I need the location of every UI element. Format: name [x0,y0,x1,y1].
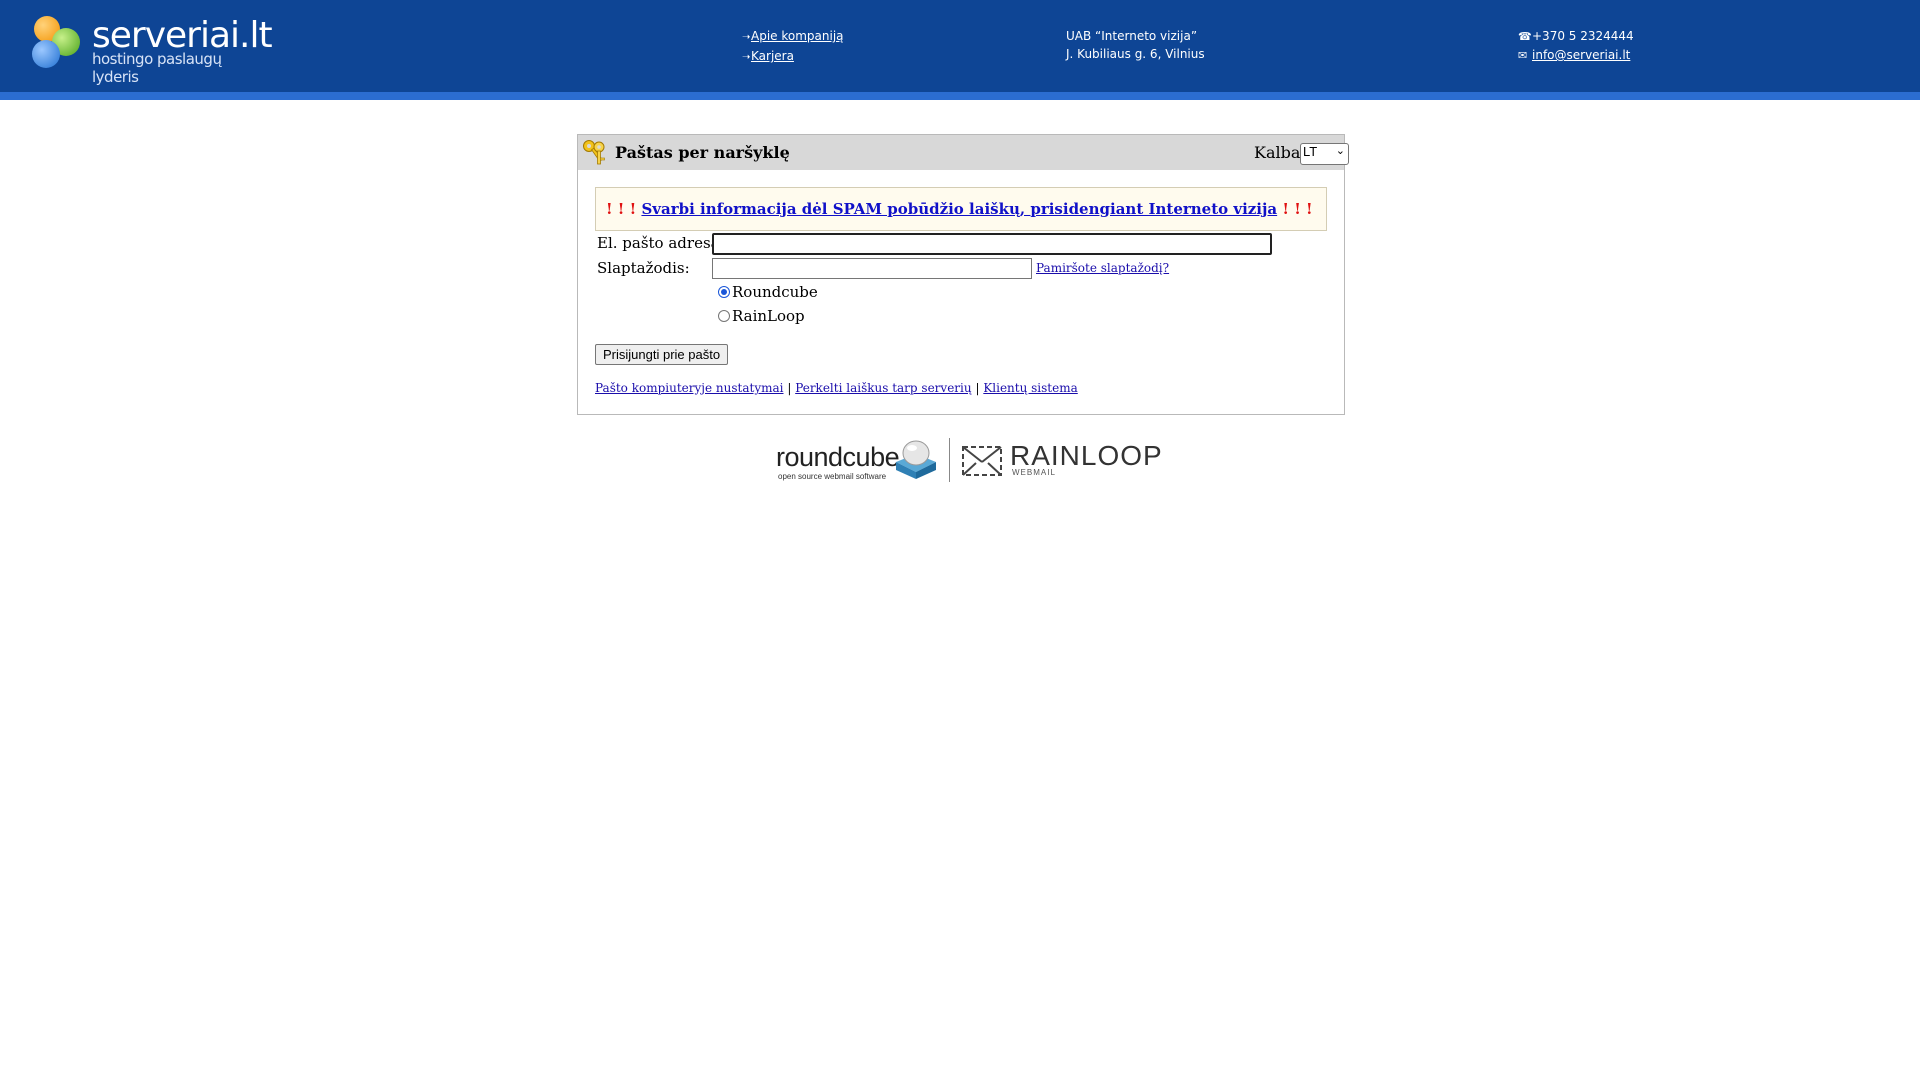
nav-item-career: ➝Karjera [742,47,844,67]
login-footer-links: Pašto kompiuteryje nustatymai | Perkelti… [595,381,1078,395]
roundcube-box-icon [896,440,936,479]
password-label: Slaptažodis: [597,259,690,277]
language-value: LT [1303,144,1318,159]
login-box-title: Paštas per naršyklę [615,143,790,162]
brand-divider [949,438,950,482]
email-field[interactable] [712,233,1272,255]
header-nav: ➝Apie kompaniją ➝Karjera [742,27,844,67]
chevron-down-icon: ⌄ [1335,145,1345,157]
language-select[interactable]: LT ⌄ [1300,143,1349,165]
mail-client-settings-link[interactable]: Pašto kompiuteryje nustatymai [595,381,783,395]
company-info: UAB “Interneto vizija” J. Kubiliaus g. 6… [1066,27,1205,63]
login-box-header: Paštas per naršyklę Kalba: LT ⌄ [578,135,1349,170]
rainloop-tagline: WEBMAIL [1012,468,1056,477]
phone-icon: ☎ [1518,30,1532,43]
phone-row: ☎+370 5 2324444 [1518,27,1634,46]
logo-blue-circle [32,40,60,68]
roundcube-radio-label[interactable]: Roundcube [732,283,818,301]
spam-notice: ! ! ! Svarbi informacija dėl SPAM pobūdž… [595,187,1327,231]
client-system-link[interactable]: Klientų sistema [983,381,1077,395]
spam-notice-text: ! ! ! Svarbi informacija dėl SPAM pobūdž… [606,200,1313,218]
rainloop-radio-label[interactable]: RainLoop [732,307,805,325]
password-field[interactable] [712,258,1032,279]
company-name: UAB “Interneto vizija” [1066,29,1198,43]
keys-icon [583,140,605,165]
rainloop-radio[interactable] [718,310,730,322]
link-separator: | [787,381,792,395]
serveriai-logo[interactable]: serveriai.lt hostingo paslaugų lyderis [30,14,273,86]
notice-exclamation-prefix: ! ! ! [606,200,637,218]
migrate-mail-link[interactable]: Perkelti laiškus tarp serverių [795,381,971,395]
roundcube-tagline: open source webmail software [778,472,887,481]
login-button[interactable]: Prisijungti prie pašto [595,344,729,365]
notice-exclamation-suffix: ! ! ! [1282,200,1313,218]
site-header: serveriai.lt hostingo paslaugų lyderis ➝… [0,0,1920,92]
forgot-password-link[interactable]: Pamiršote slaptažodį? [1036,261,1169,275]
rainloop-envelope-icon [962,446,1002,476]
webmail-login-box: Paštas per naršyklę Kalba: LT ⌄ ! ! ! Sva… [577,134,1349,415]
language-label: Kalba: [1254,143,1306,162]
arrow-right-icon: ➝ [742,32,751,43]
contact-email-link[interactable]: info@serveriai.lt [1532,48,1630,62]
logo-tagline: hostingo paslaugų lyderis [92,50,222,86]
about-company-link[interactable]: Apie kompaniją [751,29,844,43]
envelope-icon: ✉ [1518,49,1528,62]
phone-number: +370 5 2324444 [1532,29,1634,43]
roundcube-wordmark: roundcube [776,442,900,472]
email-row: ✉ info@serveriai.lt [1518,46,1634,65]
career-link[interactable]: Karjera [751,49,794,63]
webmail-brands: roundcube open source webmail software R… [776,436,1162,484]
roundcube-radio[interactable] [718,286,730,298]
header-stripe [0,92,1920,100]
arrow-right-icon: ➝ [742,52,751,63]
link-separator: | [975,381,980,395]
nav-item-about: ➝Apie kompaniją [742,27,844,47]
spam-info-link[interactable]: Svarbi informacija dėl SPAM pobūdžio lai… [641,200,1277,218]
company-address: J. Kubiliaus g. 6, Vilnius [1066,47,1205,61]
contact-info: ☎+370 5 2324444 ✉ info@serveriai.lt [1518,27,1634,65]
